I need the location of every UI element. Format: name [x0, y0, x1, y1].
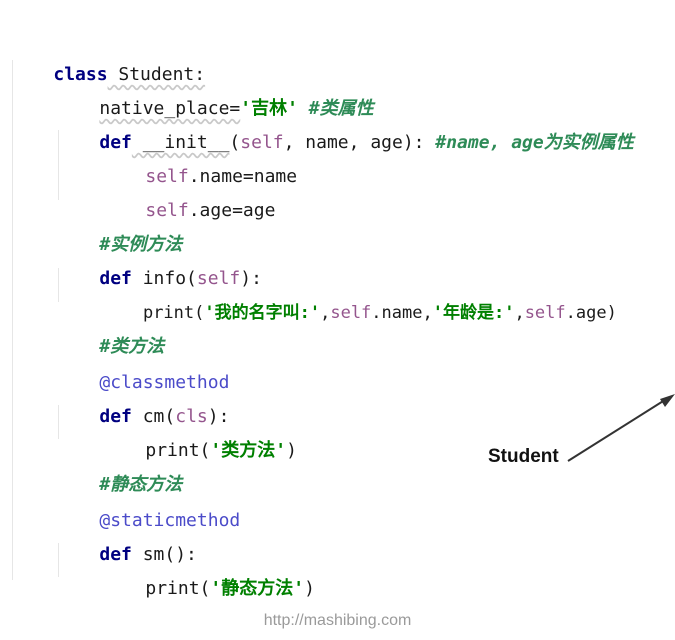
annotation-arrow — [567, 394, 675, 462]
annotation-label: Student — [488, 446, 559, 467]
watermark-url: http://mashibing.com — [263, 612, 412, 629]
